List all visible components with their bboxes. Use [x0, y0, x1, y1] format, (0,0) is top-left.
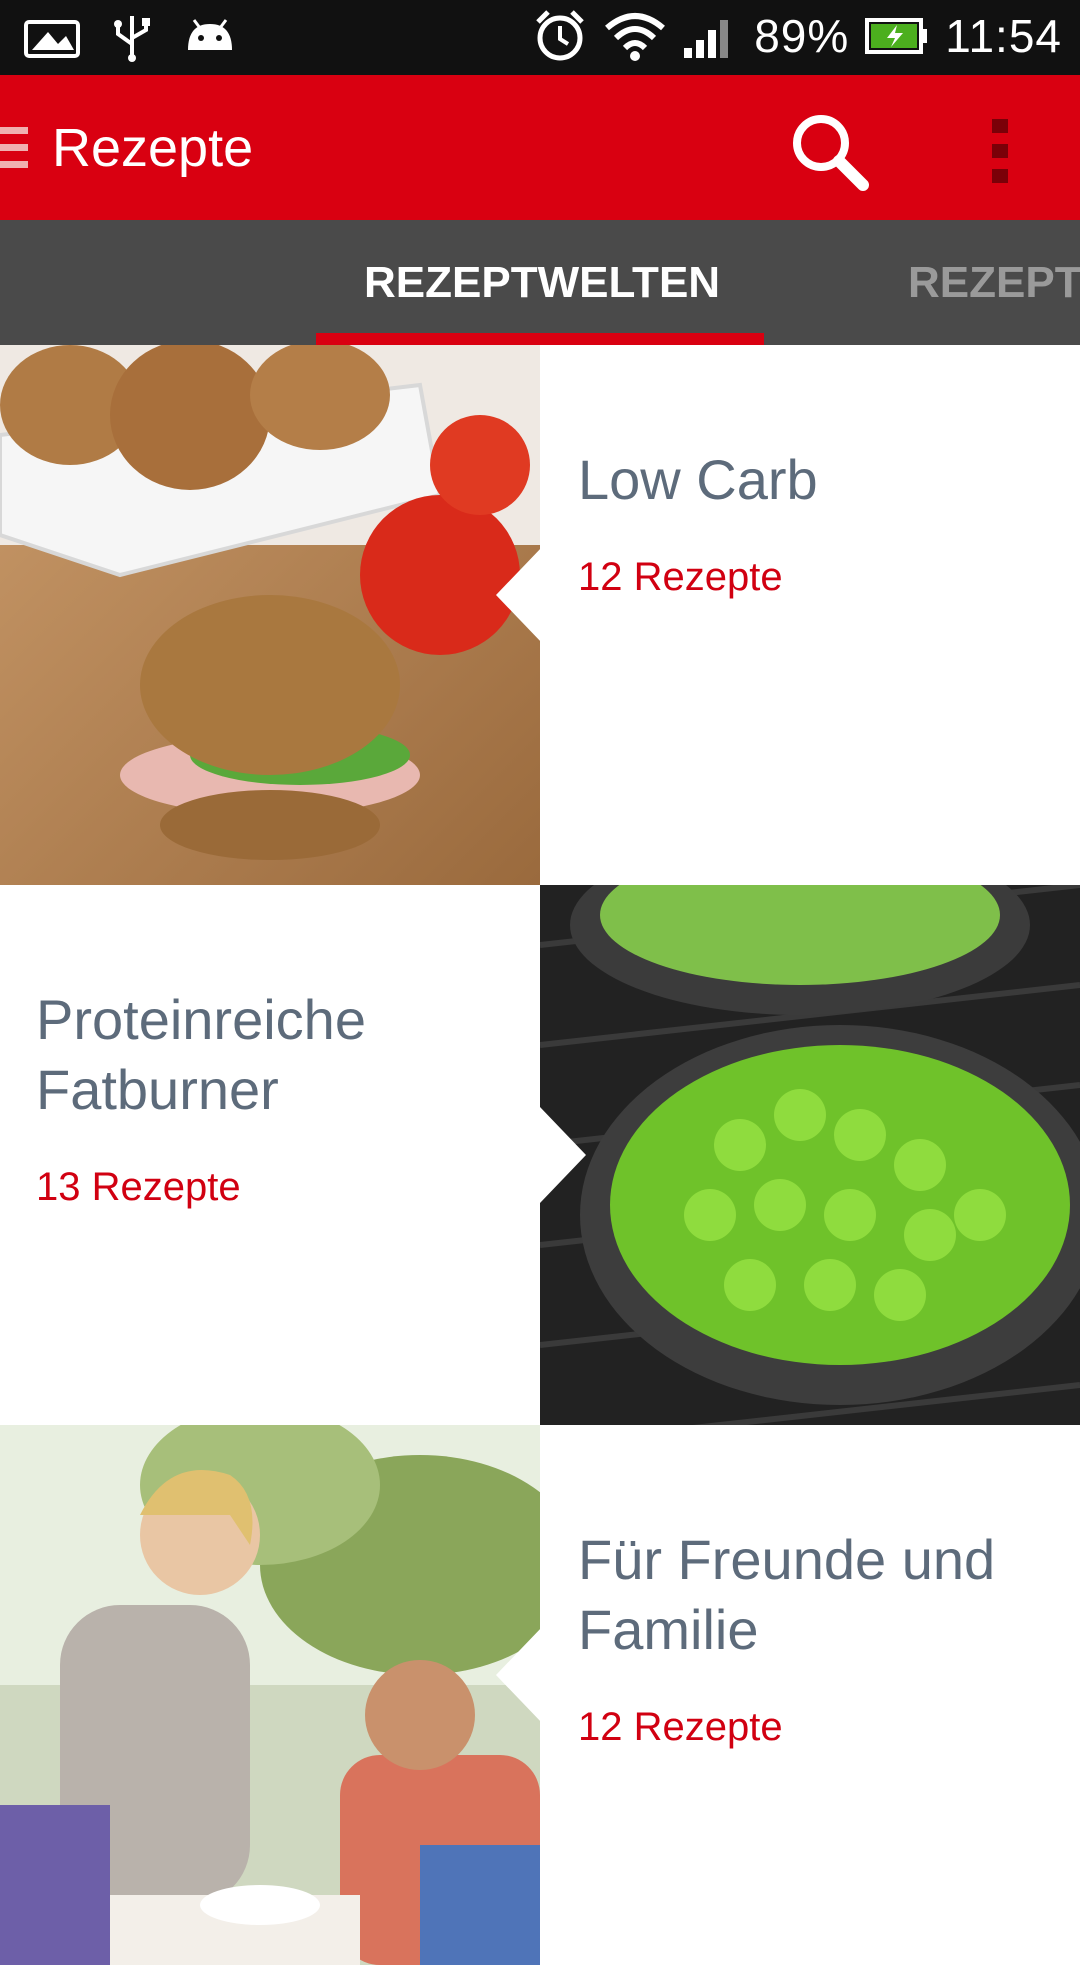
search-icon[interactable]	[785, 107, 875, 197]
clock: 11:54	[945, 10, 1062, 62]
app-bar: Rezepte	[0, 75, 1080, 220]
category-text: Für Freunde und Familie 12 Rezepte	[540, 1425, 1080, 1965]
category-text: Proteinreiche Fatburner 13 Rezepte	[0, 885, 540, 1425]
category-title: Low Carb	[578, 448, 818, 511]
category-count: 12 Rezepte	[578, 1705, 783, 1749]
tab-rezeptwelten[interactable]: REZEPTWELTEN	[364, 258, 720, 308]
category-card-proteinreiche-fatburner[interactable]: Proteinreiche Fatburner 13 Rezepte	[0, 885, 1080, 1425]
family-dinner-photo	[0, 1425, 540, 1965]
battery-charging-icon	[865, 16, 929, 56]
status-bar: 89% 11:54	[0, 0, 1080, 75]
alarm-icon	[532, 8, 588, 64]
card-pointer	[496, 547, 540, 643]
category-title: Für Freunde und Familie	[578, 1528, 996, 1661]
signal-icon	[682, 12, 738, 60]
category-card-low-carb[interactable]: Low Carb 12 Rezepte	[0, 345, 1080, 885]
menu-icon[interactable]	[0, 123, 30, 178]
overflow-menu-icon[interactable]	[980, 115, 1020, 187]
category-count: 13 Rezepte	[36, 1165, 241, 1209]
tab-indicator	[316, 333, 764, 345]
card-pointer	[540, 1107, 586, 1203]
category-count: 12 Rezepte	[578, 555, 783, 599]
usb-icon	[110, 14, 154, 62]
android-icon	[182, 16, 238, 60]
wifi-icon	[604, 10, 666, 62]
sandwich-photo	[0, 345, 540, 885]
category-text: Low Carb 12 Rezepte	[540, 345, 1080, 885]
app-title[interactable]: Rezepte	[52, 117, 253, 179]
tab-bar: REZEPTWELTEN REZEPT	[0, 220, 1080, 345]
edamame-photo	[540, 885, 1080, 1425]
tab-rezepte[interactable]: REZEPT	[908, 258, 1080, 308]
image-icon	[22, 16, 82, 60]
battery-percent: 89%	[754, 10, 850, 62]
card-pointer	[496, 1627, 540, 1723]
category-card-fuer-freunde-und-familie[interactable]: Für Freunde und Familie 12 Rezepte	[0, 1425, 1080, 1965]
category-title: Proteinreiche Fatburner	[36, 988, 366, 1121]
